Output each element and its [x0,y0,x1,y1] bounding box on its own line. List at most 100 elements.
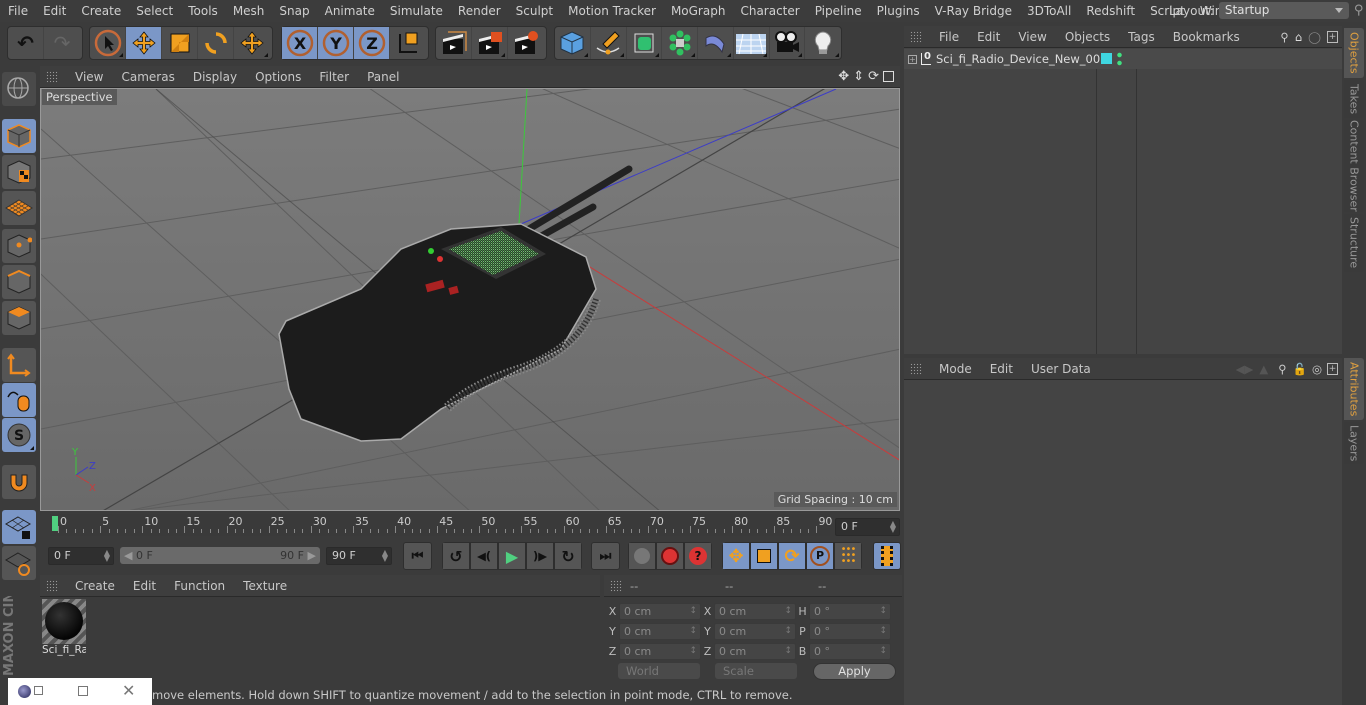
layout-dropdown[interactable]: Startup [1218,2,1349,19]
timeline-ruler[interactable]: 0 5 10 15 20 25 30 35 40 45 50 55 60 65 70 75 80 85 90 [50,514,832,536]
object-menu-tags[interactable]: Tags [1119,30,1164,44]
rotate-view-icon[interactable]: ⟳ [868,69,879,84]
x-axis-lock-button[interactable]: X [282,27,318,59]
pen-spline-button[interactable] [591,27,627,59]
panel-grip-icon[interactable] [610,579,622,592]
apply-button[interactable]: Apply [813,663,896,680]
panel-grip-icon[interactable] [910,362,922,375]
size-z-field[interactable]: 0 cm [714,642,796,660]
viewport-menu-view[interactable]: View [66,70,112,84]
target-icon[interactable]: ◎ [1312,362,1322,376]
lock-workplane-button[interactable] [2,510,36,544]
current-frame-field[interactable]: 0 F ▲ ▼ [835,518,900,536]
menu-file[interactable]: File [0,4,35,18]
cube-button[interactable] [555,27,591,59]
next-frame-button[interactable]: )▶ [526,542,554,570]
coord-mode-dropdown[interactable]: World [618,663,700,679]
material-menu-texture[interactable]: Texture [234,579,296,593]
coordinate-system-button[interactable] [390,27,426,59]
tab-attributes[interactable]: Attributes [1344,358,1364,420]
minimized-window[interactable]: ✕ [8,678,152,705]
viewport-menu-options[interactable]: Options [246,70,310,84]
expand-icon[interactable]: + [908,54,917,64]
lock-icon[interactable]: 🔓 [1293,362,1307,376]
menu-pipeline[interactable]: Pipeline [807,4,869,18]
pan-view-icon[interactable]: ✥ [838,69,849,84]
scale-tool-button[interactable] [162,27,198,59]
home-icon[interactable]: ⌂ [1295,30,1302,44]
rotate-key-button[interactable]: ⟳ [778,542,806,570]
menu-mograph[interactable]: MoGraph [663,4,733,18]
pos-y-field[interactable]: 0 cm [619,622,701,640]
solo-mode-button[interactable]: S [2,418,36,452]
subdivision-surface-button[interactable] [627,27,663,59]
new-window-icon[interactable]: + [1327,362,1338,375]
object-row[interactable]: + 0 Sci_fi_Radio_Device_New_001 [904,49,1342,69]
menu-render[interactable]: Render [450,4,508,18]
menu-animate[interactable]: Animate [317,4,382,18]
texture-mode-button[interactable] [2,155,36,189]
rot-b-field[interactable]: 0 ° [809,642,891,660]
edges-mode-button[interactable] [2,265,36,299]
rot-h-field[interactable]: 0 ° [809,602,891,620]
search-icon[interactable]: ⚲ [1280,30,1288,44]
move-key-button[interactable]: ✥ [722,542,750,570]
search-icon[interactable]: ⚲ [1354,3,1364,18]
menu-select[interactable]: Select [128,4,180,18]
menu-create[interactable]: Create [73,4,128,18]
go-to-end-button[interactable]: ⏭ [591,542,620,570]
size-x-field[interactable]: 0 cm [714,602,796,620]
record-key-button[interactable] [628,542,656,570]
menu-mesh[interactable]: Mesh [225,4,272,18]
move-tool-button[interactable] [126,27,162,59]
render-picture-viewer-button[interactable] [472,27,508,59]
dolly-view-icon[interactable]: ⇕ [853,69,864,84]
menu-character[interactable]: Character [732,4,806,18]
live-selection-button[interactable] [90,27,126,59]
snap-button[interactable] [2,465,36,499]
viewport-menu-panel[interactable]: Panel [358,70,408,84]
menu-simulate[interactable]: Simulate [382,4,450,18]
menu-vray-bridge[interactable]: V-Ray Bridge [927,4,1019,18]
tab-takes[interactable]: Takes [1344,80,1364,118]
search-icon[interactable]: ⚲ [1278,362,1286,376]
menu-tools[interactable]: Tools [180,4,225,18]
workplane-mode-button[interactable] [2,191,36,225]
attribute-menu-user-data[interactable]: User Data [1022,362,1100,376]
param-key-button[interactable]: P [806,542,834,570]
menu-snap[interactable]: Snap [271,4,316,18]
auto-key-button[interactable] [656,542,684,570]
material-menu-function[interactable]: Function [165,579,234,593]
workplane-rotate-button[interactable] [2,546,36,580]
axis-mode-button[interactable] [2,348,36,382]
timeline-window-button[interactable] [873,542,901,570]
maximize-icon[interactable] [78,686,88,696]
object-menu-objects[interactable]: Objects [1056,30,1119,44]
back-icon[interactable]: ◀▶ [1236,362,1254,376]
maximize-view-icon[interactable] [883,71,894,82]
up-arrow-icon[interactable]: ▲ [1259,362,1268,376]
attribute-menu-mode[interactable]: Mode [930,362,981,376]
tab-objects[interactable]: Objects [1344,28,1364,78]
panel-grip-icon[interactable] [46,579,58,592]
deformer-button[interactable] [698,27,734,59]
panel-grip-icon[interactable] [46,70,58,83]
tab-structure[interactable]: Structure [1344,214,1364,272]
tweak-mode-button[interactable] [2,383,36,417]
attribute-menu-edit[interactable]: Edit [981,362,1022,376]
size-y-field[interactable]: 0 cm [714,622,796,640]
redo-button[interactable]: ↷ [44,27,80,59]
eye-icon[interactable]: ◯ [1308,30,1321,44]
panel-grip-icon[interactable] [910,30,922,43]
object-name[interactable]: Sci_fi_Radio_Device_New_001 [936,52,1108,66]
new-window-icon[interactable]: + [1327,30,1338,43]
camera-label[interactable]: Perspective [42,89,117,105]
scale-key-button[interactable] [750,542,778,570]
render-view-button[interactable] [436,27,472,59]
frame-range-slider[interactable]: ◀ 0 F 90 F ▶ [120,547,320,564]
rotate-tool-button[interactable] [198,27,234,59]
viewport-menu-cameras[interactable]: Cameras [112,70,183,84]
menu-motion-tracker[interactable]: Motion Tracker [560,4,663,18]
object-menu-view[interactable]: View [1009,30,1055,44]
viewport-menu-display[interactable]: Display [184,70,246,84]
